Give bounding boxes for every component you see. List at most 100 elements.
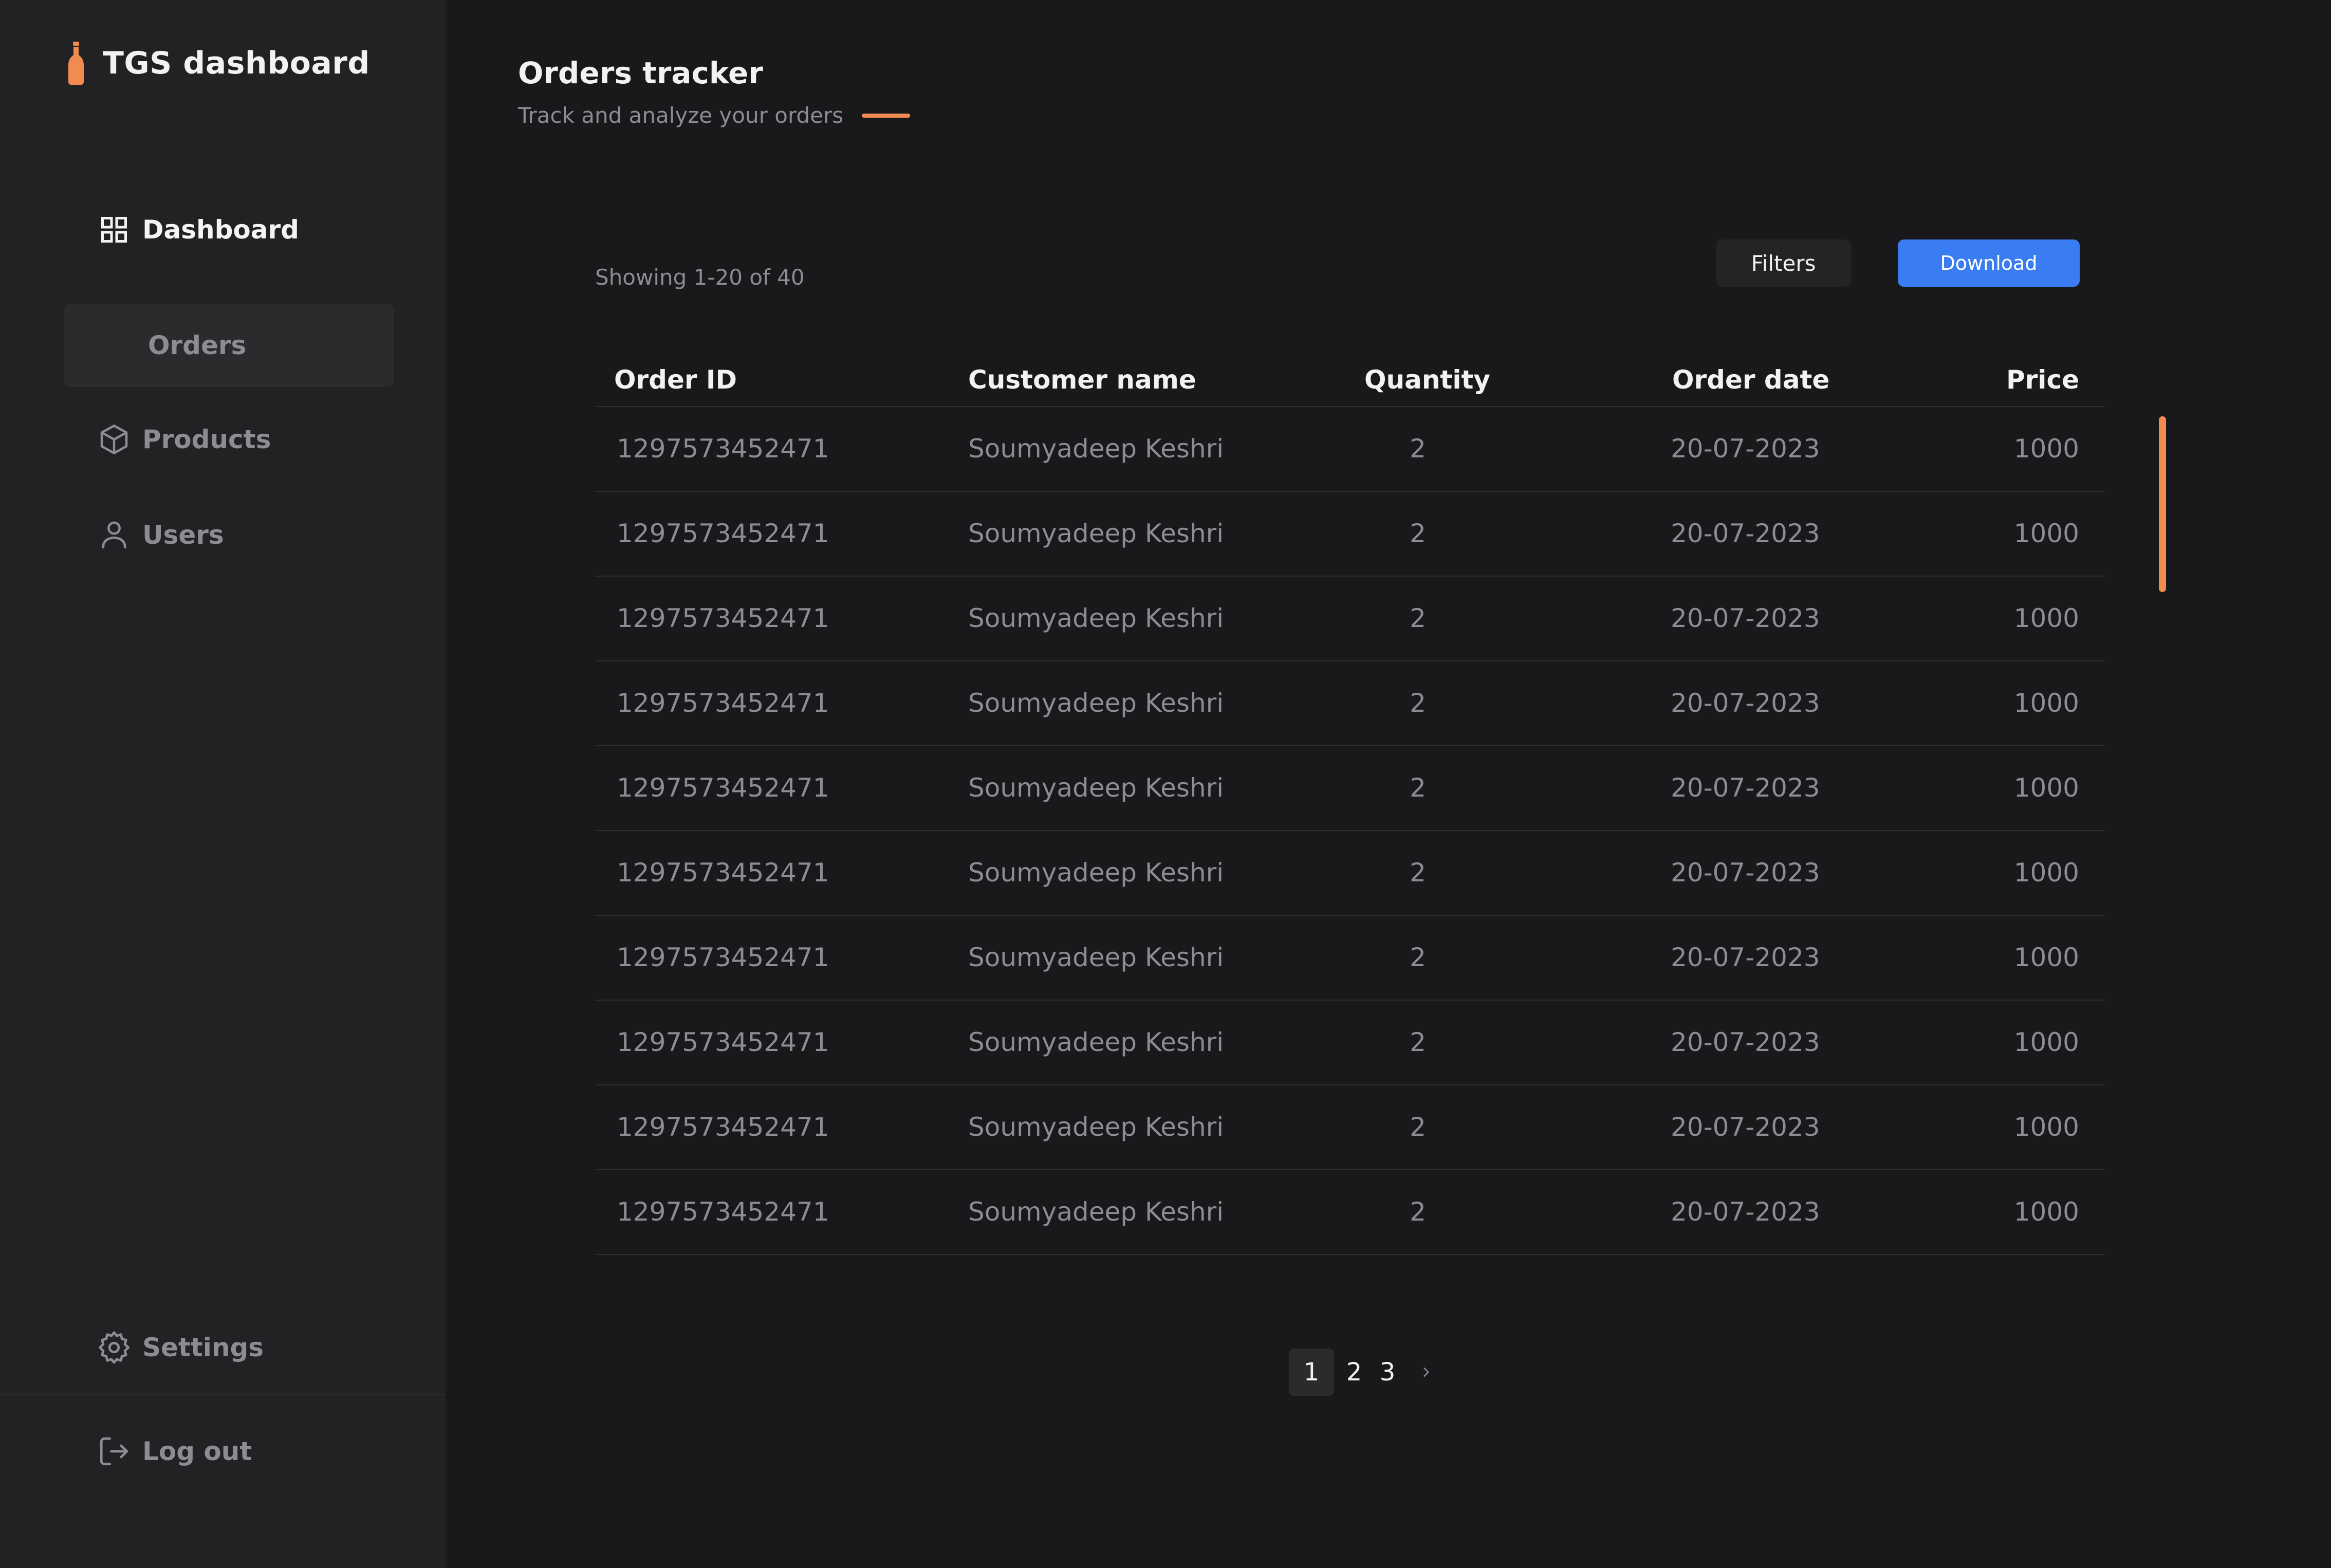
column-header-customer-name[interactable]: Customer name xyxy=(968,365,1196,395)
table-row[interactable]: 1297573452471 Soumyadeep Keshri 2 20-07-202… xyxy=(595,661,2105,746)
quantity-cell: 2 xyxy=(1410,773,1426,803)
customer-name-cell: Soumyadeep Keshri xyxy=(968,434,1224,464)
table-row[interactable]: 1297573452471 Soumyadeep Keshri 2 20-07-202… xyxy=(595,916,2105,1001)
price-cell: 1000 xyxy=(2013,519,2079,548)
order-date-cell: 20-07-2023 xyxy=(1671,858,1820,888)
quantity-cell: 2 xyxy=(1410,519,1426,548)
grid-icon xyxy=(96,212,132,248)
sidebar-item-orders[interactable]: Orders xyxy=(64,304,394,387)
order-date-cell: 20-07-2023 xyxy=(1671,688,1820,718)
order-id-cell: 1297573452471 xyxy=(617,858,829,888)
table-row[interactable]: 1297573452471 Soumyadeep Keshri 2 20-07-202… xyxy=(595,1170,2105,1255)
table-body: 1297573452471 Soumyadeep Keshri 2 20-07-202… xyxy=(595,407,2105,1255)
order-id-cell: 1297573452471 xyxy=(617,1027,829,1057)
sidebar-item-label: Products xyxy=(142,425,271,454)
page-1-button[interactable]: 1 xyxy=(1289,1349,1334,1396)
page-subtitle: Track and analyze your orders xyxy=(518,103,911,128)
page-title: Orders tracker xyxy=(518,56,763,90)
order-date-cell: 20-07-2023 xyxy=(1671,1027,1820,1057)
order-date-cell: 20-07-2023 xyxy=(1671,434,1820,464)
column-header-price[interactable]: Price xyxy=(2006,365,2079,395)
price-cell: 1000 xyxy=(2013,773,2079,803)
table-row[interactable]: 1297573452471 Soumyadeep Keshri 2 20-07-202… xyxy=(595,492,2105,577)
table-row[interactable]: 1297573452471 Soumyadeep Keshri 2 20-07-202… xyxy=(595,831,2105,916)
order-id-cell: 1297573452471 xyxy=(617,603,829,633)
orders-table: Order ID Customer name Quantity Order da… xyxy=(595,349,2105,1255)
order-date-cell: 20-07-2023 xyxy=(1671,943,1820,972)
price-cell: 1000 xyxy=(2013,1112,2079,1142)
price-cell: 1000 xyxy=(2013,688,2079,718)
order-date-cell: 20-07-2023 xyxy=(1671,519,1820,548)
table-row[interactable]: 1297573452471 Soumyadeep Keshri 2 20-07-202… xyxy=(595,746,2105,831)
price-cell: 1000 xyxy=(2013,858,2079,888)
page-2-button[interactable]: 2 xyxy=(1336,1349,1372,1396)
sidebar-item-products[interactable]: Products xyxy=(96,398,394,481)
customer-name-cell: Soumyadeep Keshri xyxy=(968,1112,1224,1142)
sidebar-item-label: Dashboard xyxy=(142,215,299,245)
order-id-cell: 1297573452471 xyxy=(617,773,829,803)
customer-name-cell: Soumyadeep Keshri xyxy=(968,603,1224,633)
filters-button[interactable]: Filters xyxy=(1716,239,1851,287)
accent-underline xyxy=(862,113,911,118)
order-id-cell: 1297573452471 xyxy=(617,1197,829,1227)
order-date-cell: 20-07-2023 xyxy=(1671,773,1820,803)
order-date-cell: 20-07-2023 xyxy=(1671,1112,1820,1142)
order-id-cell: 1297573452471 xyxy=(617,1112,829,1142)
page-3-button[interactable]: 3 xyxy=(1372,1349,1403,1396)
order-date-cell: 20-07-2023 xyxy=(1671,1197,1820,1227)
box-icon xyxy=(96,421,132,457)
table-row[interactable]: 1297573452471 Soumyadeep Keshri 2 20-07-202… xyxy=(595,577,2105,661)
quantity-cell: 2 xyxy=(1410,434,1426,464)
quantity-cell: 2 xyxy=(1410,1027,1426,1057)
column-header-quantity[interactable]: Quantity xyxy=(1364,365,1490,395)
customer-name-cell: Soumyadeep Keshri xyxy=(968,688,1224,718)
column-header-order-date[interactable]: Order date xyxy=(1672,365,1829,395)
order-id-cell: 1297573452471 xyxy=(617,943,829,972)
customer-name-cell: Soumyadeep Keshri xyxy=(968,1197,1224,1227)
price-cell: 1000 xyxy=(2013,603,2079,633)
chevron-right-icon[interactable] xyxy=(1403,1349,1449,1396)
table-header: Order ID Customer name Quantity Order da… xyxy=(595,349,2105,407)
customer-name-cell: Soumyadeep Keshri xyxy=(968,858,1224,888)
order-id-cell: 1297573452471 xyxy=(617,688,829,718)
price-cell: 1000 xyxy=(2013,1027,2079,1057)
quantity-cell: 2 xyxy=(1410,858,1426,888)
scrollbar-thumb[interactable] xyxy=(2159,416,2166,592)
logout-icon xyxy=(96,1433,132,1469)
order-id-cell: 1297573452471 xyxy=(617,519,829,548)
brand: TGS dashboard xyxy=(67,40,370,86)
quantity-cell: 2 xyxy=(1410,1112,1426,1142)
logout-label: Log out xyxy=(142,1436,252,1466)
gear-icon xyxy=(96,1330,132,1366)
quantity-cell: 2 xyxy=(1410,1197,1426,1227)
subtitle-text: Track and analyze your orders xyxy=(518,103,844,128)
results-count: Showing 1-20 of 40 xyxy=(595,265,805,290)
pagination: 1 2 3 xyxy=(1289,1349,1449,1396)
table-row[interactable]: 1297573452471 Soumyadeep Keshri 2 20-07-202… xyxy=(595,407,2105,492)
sidebar-item-dashboard[interactable]: Dashboard xyxy=(96,189,394,271)
sidebar: TGS dashboard Dashboard Orders Products xyxy=(0,0,446,1568)
quantity-cell: 2 xyxy=(1410,688,1426,718)
customer-name-cell: Soumyadeep Keshri xyxy=(968,943,1224,972)
settings-button[interactable]: Settings xyxy=(96,1306,394,1389)
sidebar-item-label: Users xyxy=(142,520,224,550)
logout-button[interactable]: Log out xyxy=(96,1410,394,1492)
app-title: TGS dashboard xyxy=(103,45,370,81)
quantity-cell: 2 xyxy=(1410,943,1426,972)
order-date-cell: 20-07-2023 xyxy=(1671,603,1820,633)
customer-name-cell: Soumyadeep Keshri xyxy=(968,773,1224,803)
sidebar-item-users[interactable]: Users xyxy=(96,494,394,576)
user-icon xyxy=(96,517,132,553)
price-cell: 1000 xyxy=(2013,943,2079,972)
column-header-order-id[interactable]: Order ID xyxy=(614,365,737,395)
table-row[interactable]: 1297573452471 Soumyadeep Keshri 2 20-07-202… xyxy=(595,1085,2105,1170)
sidebar-item-label: Orders xyxy=(148,330,247,360)
sidebar-divider xyxy=(0,1394,446,1395)
order-id-cell: 1297573452471 xyxy=(617,434,829,464)
price-cell: 1000 xyxy=(2013,434,2079,464)
customer-name-cell: Soumyadeep Keshri xyxy=(968,1027,1224,1057)
download-button[interactable]: Download xyxy=(1898,239,2080,287)
table-row[interactable]: 1297573452471 Soumyadeep Keshri 2 20-07-202… xyxy=(595,1001,2105,1085)
customer-name-cell: Soumyadeep Keshri xyxy=(968,519,1224,548)
quantity-cell: 2 xyxy=(1410,603,1426,633)
